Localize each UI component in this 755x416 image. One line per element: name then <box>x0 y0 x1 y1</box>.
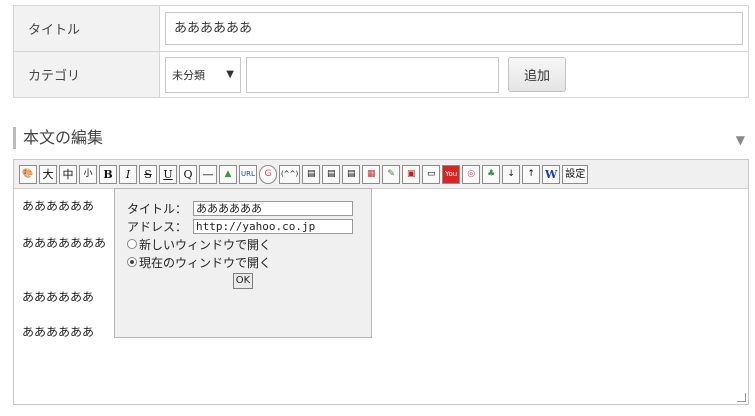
resize-handle[interactable] <box>737 393 746 402</box>
current-window-label: 現在のウィンドウで開く <box>139 255 272 270</box>
google-icon[interactable]: G <box>259 164 277 184</box>
section-title: 本文の編集 <box>23 128 104 147</box>
popup-title-field[interactable]: ああああああ <box>193 200 353 216</box>
category-label: カテゴリ <box>13 51 160 98</box>
chevron-down-icon: ▼ <box>226 68 234 80</box>
palette-icon[interactable]: 🎨 <box>19 164 37 184</box>
title-input[interactable]: ああああああ <box>165 12 743 45</box>
italic-button[interactable]: I <box>119 164 137 184</box>
hr-button[interactable]: — <box>199 164 217 184</box>
doc3-icon[interactable]: ▤ <box>342 164 361 184</box>
doc-icon[interactable]: ▤ <box>302 164 321 184</box>
size-small-button[interactable]: 小 <box>79 164 97 184</box>
title-label: タイトル <box>13 5 160 52</box>
underline-button[interactable]: U <box>159 164 177 184</box>
popup-title-label: タイトル： <box>127 201 188 216</box>
bold-button[interactable]: B <box>99 164 117 184</box>
category-input[interactable] <box>246 56 499 93</box>
doc2-icon[interactable]: ▤ <box>322 164 341 184</box>
category-select[interactable]: 未分類 ▼ <box>165 56 241 93</box>
emoticon-button[interactable]: (^^) <box>279 164 301 184</box>
word-icon[interactable]: W <box>542 164 561 184</box>
add-category-button[interactable]: 追加 <box>508 57 566 92</box>
size-large-button[interactable]: 大 <box>39 164 57 184</box>
collapse-toggle-icon[interactable]: ▼ <box>736 129 745 151</box>
youtube-icon[interactable]: You <box>442 164 461 184</box>
quote-button[interactable]: Q <box>179 164 197 184</box>
new-window-radio[interactable] <box>127 239 137 249</box>
new-window-option[interactable]: 新しいウィンドウで開く <box>127 235 371 253</box>
new-window-label: 新しいウィンドウで開く <box>139 237 272 252</box>
arrow-up-icon[interactable]: ↑ <box>522 164 541 184</box>
url-link-button[interactable]: URL <box>239 164 257 184</box>
ok-button[interactable]: OK <box>233 273 253 289</box>
section-heading: 本文の編集 ▼ <box>13 127 749 149</box>
post-form-table: タイトル ああああああ カテゴリ 未分類 ▼ 追加 <box>13 5 749 98</box>
color-grid-icon[interactable]: ▦ <box>362 164 381 184</box>
body-line: ああああああ <box>22 199 95 213</box>
pen-icon[interactable]: ✎ <box>382 164 401 184</box>
current-window-radio[interactable] <box>127 257 137 267</box>
link-insert-popup: タイトル： ああああああ アドレス： http://yahoo.co.jp 新し… <box>114 188 372 338</box>
strike-button[interactable]: S <box>139 164 157 184</box>
instagram-icon[interactable]: ◎ <box>462 164 481 184</box>
body-line: ああああああ <box>22 325 95 339</box>
size-medium-button[interactable]: 中 <box>59 164 77 184</box>
tv-icon[interactable]: ▣ <box>402 164 421 184</box>
image-icon[interactable]: ▲ <box>219 164 237 184</box>
popup-address-field[interactable]: http://yahoo.co.jp <box>193 218 353 234</box>
evernote-icon[interactable]: ♣ <box>482 164 501 184</box>
body-line: あああああああ <box>22 236 107 250</box>
popup-address-label: アドレス： <box>127 219 188 234</box>
arrow-down-icon[interactable]: ↓ <box>502 164 521 184</box>
current-window-option[interactable]: 現在のウィンドウで開く <box>127 253 371 271</box>
category-selected: 未分類 <box>172 68 205 82</box>
settings-button[interactable]: 設定 <box>562 164 589 184</box>
frame-icon[interactable]: ▭ <box>422 164 441 184</box>
editor-toolbar: 🎨 大 中 小 B I S U Q — ▲ URL G (^^) ▤ ▤ ▤ ▦… <box>14 160 748 189</box>
body-line: ああああああ <box>22 290 95 304</box>
